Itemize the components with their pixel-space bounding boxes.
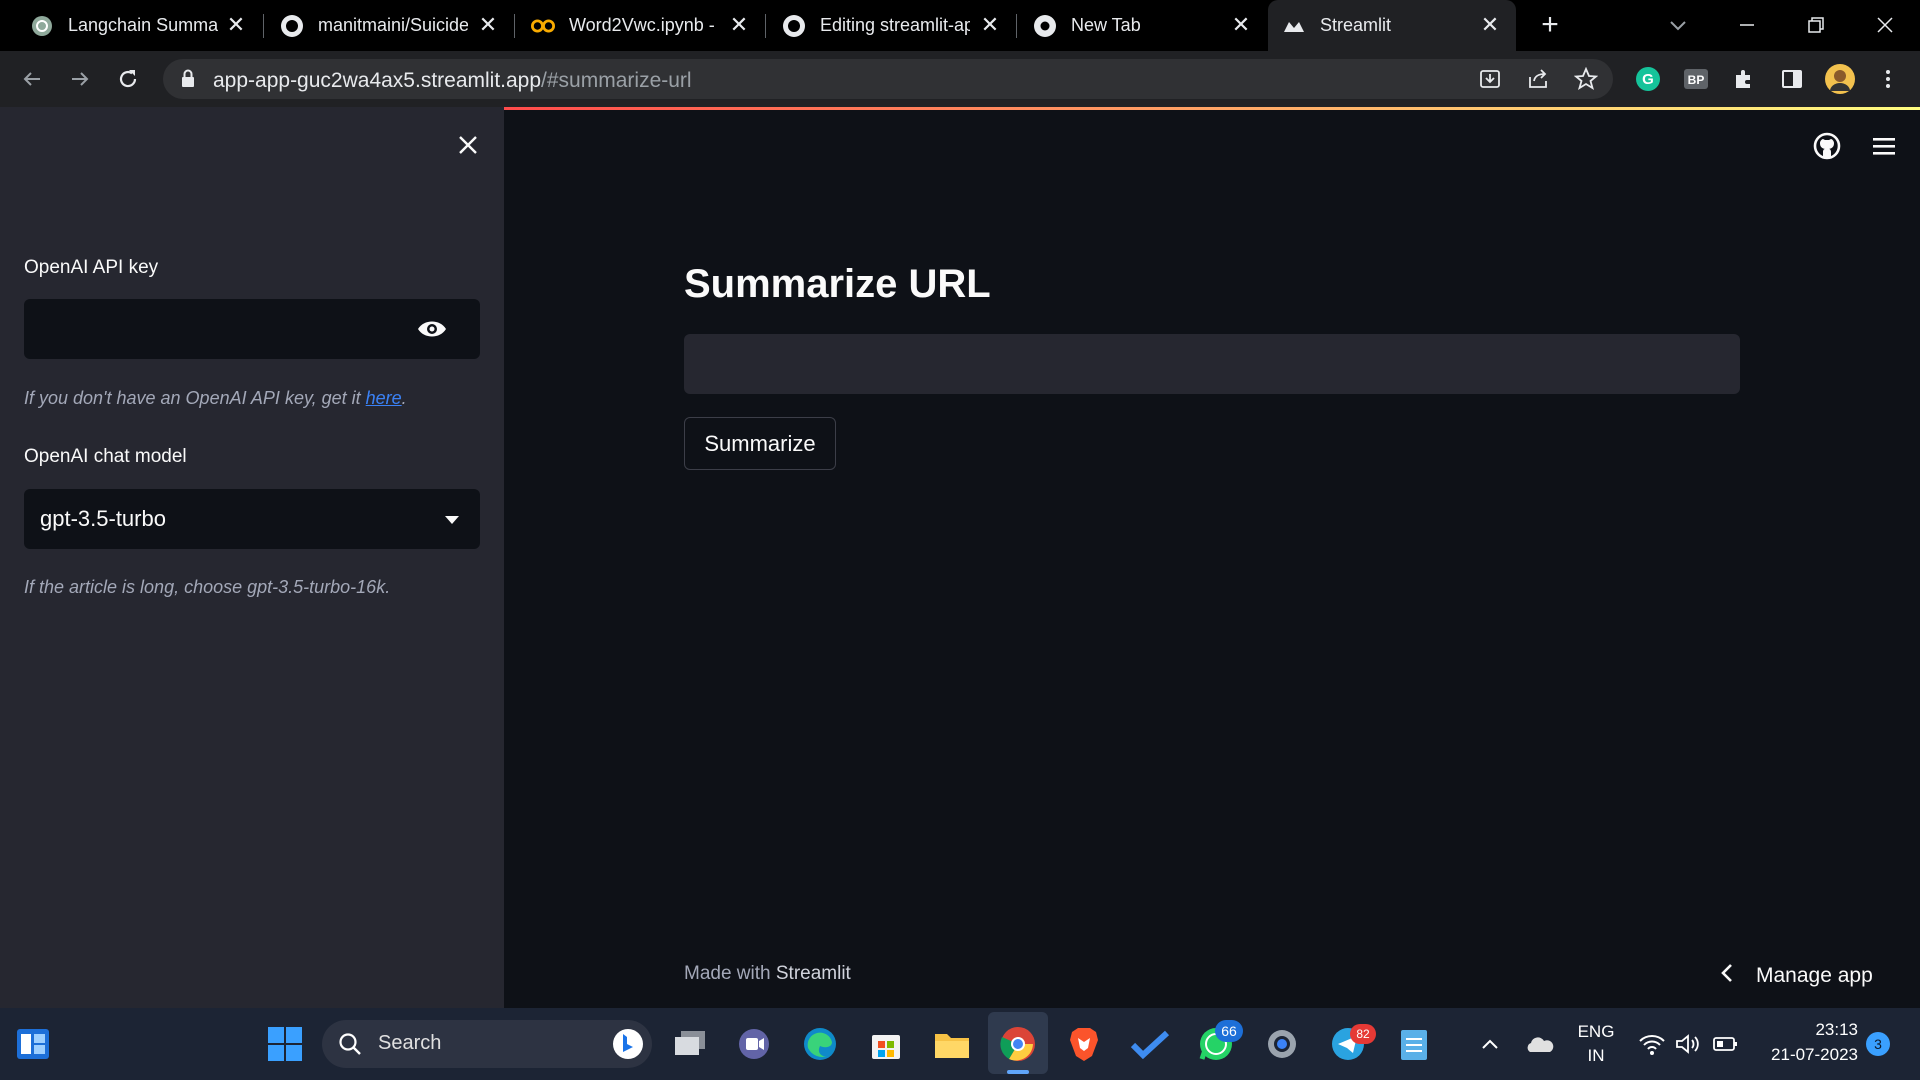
- windows-start-icon[interactable]: [263, 1022, 307, 1066]
- grammarly-extension-icon[interactable]: G: [1632, 63, 1664, 95]
- onedrive-cloud-icon[interactable]: [1524, 1034, 1554, 1056]
- battery-icon[interactable]: [1712, 1034, 1740, 1054]
- tab-search-chevron-icon[interactable]: [1665, 12, 1691, 38]
- profile-avatar[interactable]: [1824, 63, 1856, 95]
- reload-icon[interactable]: [112, 63, 144, 95]
- new-tab-plus-icon[interactable]: +: [1535, 8, 1565, 41]
- footer-made-with: Made with Streamlit: [684, 963, 851, 984]
- close-tab-icon[interactable]: ✕: [476, 12, 500, 37]
- bing-icon[interactable]: [612, 1028, 644, 1065]
- model-help: If the article is long, choose gpt-3.5-t…: [24, 577, 391, 597]
- clock-time[interactable]: 23:13: [1758, 1020, 1858, 1040]
- svg-text:BP: BP: [1688, 73, 1705, 87]
- svg-text:G: G: [1642, 71, 1654, 88]
- search-label: Search: [378, 1032, 442, 1054]
- notepad-icon[interactable]: [1392, 1022, 1436, 1066]
- bookmark-star-icon[interactable]: [1573, 66, 1599, 96]
- model-selected-value: gpt-3.5-turbo: [40, 506, 166, 531]
- search-icon: [338, 1032, 362, 1061]
- minimize-icon[interactable]: [1734, 12, 1760, 38]
- close-tab-icon[interactable]: ✕: [1229, 12, 1253, 37]
- sidebar: OpenAI API key If you don't have an Open…: [0, 107, 504, 1008]
- tab-new-tab[interactable]: New Tab ✕: [1017, 0, 1267, 51]
- forward-arrow-icon[interactable]: [64, 63, 96, 95]
- back-arrow-icon[interactable]: [16, 63, 48, 95]
- hamburger-menu-icon[interactable]: [1870, 132, 1898, 160]
- close-sidebar-icon[interactable]: [454, 131, 482, 159]
- file-explorer-icon[interactable]: [930, 1022, 974, 1066]
- chevron-left-icon: [1720, 963, 1734, 989]
- tab-colab[interactable]: Word2Vwc.ipynb - C ✕: [515, 0, 765, 51]
- address-bar[interactable]: app-app-guc2wa4ax5.streamlit.app/#summar…: [163, 59, 1613, 99]
- dropdown-caret-icon: [444, 513, 460, 531]
- widgets-icon[interactable]: [11, 1022, 55, 1066]
- header-decoration-bar: [504, 107, 1920, 110]
- browser-tab-strip: Langchain Summar ✕ manitmaini/Suicide ✕ …: [0, 0, 1920, 51]
- install-app-icon[interactable]: [1478, 67, 1502, 96]
- task-view-icon[interactable]: [668, 1022, 712, 1066]
- todo-icon[interactable]: [1128, 1022, 1172, 1066]
- close-tab-icon[interactable]: ✕: [224, 12, 248, 37]
- main-content: [504, 107, 1920, 1008]
- side-panel-icon[interactable]: [1776, 63, 1808, 95]
- whatsapp-badge: 66: [1215, 1020, 1243, 1042]
- manage-app-button[interactable]: Manage app: [1720, 958, 1873, 994]
- telegram-badge: 82: [1350, 1024, 1376, 1044]
- show-password-eye-icon[interactable]: [416, 317, 448, 346]
- model-select[interactable]: gpt-3.5-turbo: [24, 489, 480, 549]
- bp-extension-icon[interactable]: BP: [1680, 63, 1712, 95]
- api-key-help: If you don't have an OpenAI API key, get…: [24, 388, 407, 408]
- api-key-label: OpenAI API key: [24, 257, 159, 278]
- tab-editing-streamlit[interactable]: Editing streamlit-ap ✕: [766, 0, 1016, 51]
- language-top[interactable]: ENG: [1576, 1022, 1616, 1042]
- tab-streamlit[interactable]: Streamlit ✕: [1268, 0, 1516, 51]
- tab-github-suicide[interactable]: manitmaini/Suicide ✕: [264, 0, 514, 51]
- streamlit-link[interactable]: Streamlit: [776, 963, 851, 984]
- share-icon[interactable]: [1526, 67, 1550, 96]
- streamlit-icon: [1282, 14, 1306, 38]
- edge-icon[interactable]: [798, 1022, 842, 1066]
- summarize-button[interactable]: Summarize: [684, 417, 836, 470]
- taskbar-search-box[interactable]: Search: [322, 1020, 652, 1068]
- notification-count-badge[interactable]: 3: [1866, 1032, 1890, 1056]
- browser-toolbar: app-app-guc2wa4ax5.streamlit.app/#summar…: [0, 51, 1920, 107]
- url-input[interactable]: [684, 334, 1740, 394]
- chrome-icon[interactable]: [996, 1022, 1040, 1066]
- restore-icon[interactable]: [1803, 12, 1829, 38]
- language-bottom[interactable]: IN: [1576, 1046, 1616, 1066]
- close-tab-icon[interactable]: ✕: [978, 12, 1002, 37]
- tab-langchain[interactable]: Langchain Summar ✕: [0, 0, 262, 51]
- clock-date[interactable]: 21-07-2023: [1758, 1045, 1858, 1065]
- lock-icon: [181, 69, 195, 94]
- wifi-icon[interactable]: [1638, 1032, 1666, 1056]
- api-key-input[interactable]: [24, 299, 480, 359]
- github-icon[interactable]: [1812, 131, 1842, 161]
- tray-overflow-chevron-icon[interactable]: [1478, 1032, 1502, 1056]
- microsoft-store-icon[interactable]: [864, 1022, 908, 1066]
- url-text: app-app-guc2wa4ax5.streamlit.app/#summar…: [213, 69, 692, 92]
- colab-icon: [531, 14, 555, 38]
- window-close-icon[interactable]: [1872, 12, 1898, 38]
- model-label: OpenAI chat model: [24, 446, 187, 467]
- github-icon: [782, 14, 806, 38]
- teams-chat-icon[interactable]: [732, 1022, 776, 1066]
- brave-icon[interactable]: [1062, 1022, 1106, 1066]
- browser-menu-kebab-icon[interactable]: [1872, 63, 1904, 95]
- github-icon: [280, 14, 304, 38]
- get-api-key-link[interactable]: here: [366, 388, 402, 408]
- close-tab-icon[interactable]: ✕: [1478, 12, 1502, 37]
- extensions-puzzle-icon[interactable]: [1728, 63, 1760, 95]
- openai-icon: [30, 14, 54, 38]
- close-tab-icon[interactable]: ✕: [727, 12, 751, 37]
- volume-icon[interactable]: [1674, 1032, 1702, 1056]
- page-title: Summarize URL: [684, 262, 991, 306]
- chrome-icon: [1033, 14, 1057, 38]
- settings-gear-icon[interactable]: [1260, 1022, 1304, 1066]
